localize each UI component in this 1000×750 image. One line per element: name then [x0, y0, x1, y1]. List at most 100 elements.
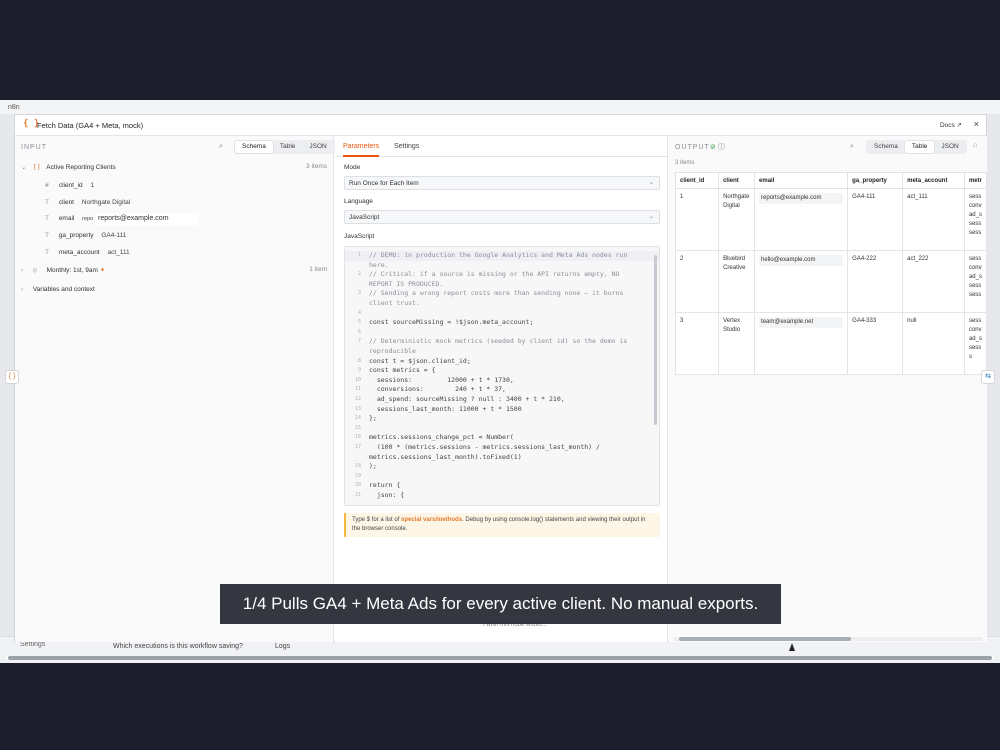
tree-monthly[interactable]: › ◷ Monthly: 1st, 9am ✦ — [21, 264, 105, 276]
output-view-switch[interactable]: Schema Table JSON — [866, 140, 967, 154]
cell-email: hello@example.com — [754, 250, 849, 313]
chevron-right-icon: › — [21, 286, 24, 293]
tab-settings[interactable]: Settings — [394, 143, 419, 150]
field-value: 1 — [90, 182, 95, 189]
line-number: 17 — [354, 444, 361, 450]
table-row[interactable]: 2 Bluebird Creative hello@example.com GA… — [674, 250, 988, 313]
column-header: client — [718, 172, 756, 189]
language-select[interactable]: JavaScript ⌄ — [344, 210, 660, 224]
field-value: GA4-111 — [101, 232, 127, 239]
field-value: reports@example.com — [95, 213, 199, 225]
input-view-switch[interactable]: Schema Table JSON — [234, 140, 335, 154]
node-details-modal: { } Fetch Data (GA4 + Meta, mock) Docs ↗… — [14, 114, 988, 642]
tab-table[interactable]: Table — [904, 141, 935, 153]
column-header: ga_property — [847, 172, 904, 189]
info-icon[interactable]: ⓘ — [718, 144, 725, 151]
field-value: act_111 — [107, 249, 130, 256]
table-row[interactable]: 3 Vertex Studio team@example.net GA4-333… — [674, 312, 988, 375]
code-scrollbar[interactable] — [654, 255, 657, 425]
field-row[interactable]: T ga_property GA4-111 — [45, 229, 126, 241]
tab-json[interactable]: JSON — [302, 141, 333, 153]
cell-ga-property: GA4-222 — [847, 250, 904, 313]
workflow-editor: n8n Settings Which executions is this wo… — [0, 100, 1000, 663]
output-scrollbar[interactable] — [673, 637, 983, 641]
field-value: Northgate Digital — [81, 199, 131, 206]
line-number: 15 — [354, 424, 361, 431]
video-caption: 1/4 Pulls GA4 + Meta Ads for every activ… — [220, 584, 781, 624]
cell-client-id: 3 — [674, 312, 720, 375]
settings-link[interactable]: Settings — [20, 641, 45, 648]
line-number: 18 — [354, 463, 361, 470]
field-row[interactable]: # client_id 1 — [45, 179, 94, 191]
cell-metrics: sess conv ad_s sess sess — [963, 250, 988, 313]
search-icon[interactable]: ⌕ — [219, 143, 223, 151]
line-number: 1 — [357, 252, 361, 258]
app-logo: n8n — [8, 104, 20, 111]
field-name: meta_account — [58, 249, 100, 256]
line-number: 16 — [354, 434, 361, 441]
text-type-icon: T — [45, 214, 49, 222]
success-icon: ⊘ — [710, 144, 716, 151]
line-number: 6 — [357, 328, 361, 335]
code-text: conversions: 240 + t * 37, — [369, 385, 506, 394]
code-editor[interactable]: 1 // DEMO: in production the Google Analy… — [344, 246, 660, 506]
code-text: ad_spend: sourceMissing ? null : 3400 + … — [369, 395, 565, 403]
top-bar: n8n — [0, 100, 1000, 114]
pin-data-icon[interactable]: ⌂ — [973, 142, 977, 149]
cell-client-id: 2 — [674, 250, 720, 313]
chevron-down-icon: ⌄ — [648, 214, 654, 220]
mode-select[interactable]: Run Once for Each Item ⌄ — [344, 176, 660, 190]
cell-client: Vertex Studio — [718, 312, 756, 375]
code-text: // DEMO: in production the Google Analyt… — [369, 251, 628, 259]
logs-tab[interactable]: Logs — [275, 643, 290, 650]
field-row[interactable]: T email repo reports@example.com — [45, 212, 199, 225]
tab-table[interactable]: Table — [273, 141, 303, 153]
cell-client-id: 1 — [674, 188, 720, 251]
close-icon[interactable]: × — [974, 119, 979, 129]
output-connector-icon[interactable]: ⇆ — [981, 370, 995, 384]
search-icon[interactable]: ⌕ — [850, 143, 854, 151]
mode-value: Run Once for Each Item — [349, 180, 419, 187]
tab-schema[interactable]: Schema — [235, 141, 273, 153]
output-table: client_id client email ga_property meta_… — [674, 172, 988, 375]
tabs-divider — [335, 156, 667, 157]
tab-json[interactable]: JSON — [934, 141, 965, 153]
line-number: 5 — [357, 319, 361, 326]
special-vars-link[interactable]: special vars/methods — [401, 517, 462, 523]
node-title[interactable]: Fetch Data (GA4 + Meta, mock) — [37, 121, 143, 130]
tree-variables[interactable]: › Variables and context — [21, 284, 95, 296]
active-tab-indicator — [343, 155, 379, 157]
code-text: REPORT IS PRODUCED. — [369, 279, 444, 288]
code-text: return { — [369, 481, 401, 490]
parameters-panel: Parameters Settings Mode Run Once for Ea… — [335, 136, 668, 642]
chevron-down-icon: ⌄ — [648, 180, 654, 186]
scrollbar-thumb[interactable] — [679, 637, 851, 641]
cell-ga-property: GA4-333 — [847, 312, 904, 375]
tab-parameters[interactable]: Parameters — [343, 143, 379, 150]
line-number: 2 — [357, 271, 361, 278]
cell-meta-account: act_111 — [902, 188, 965, 251]
canvas-scrollbar[interactable] — [6, 656, 994, 660]
code-text: here. — [369, 260, 389, 269]
table-row[interactable]: 1 Northgate Digital reports@example.com … — [674, 188, 988, 251]
line-number: 19 — [354, 472, 361, 479]
field-row[interactable]: T meta_account act_111 — [45, 246, 130, 258]
docs-link[interactable]: Docs ↗ — [940, 121, 962, 129]
mouse-cursor — [789, 643, 795, 651]
cell-email: reports@example.com — [754, 188, 849, 251]
column-header: client_id — [674, 172, 720, 189]
input-connector-icon[interactable]: { } — [5, 370, 19, 384]
hint-text: Type $ for a list of — [352, 517, 402, 523]
tree-root[interactable]: ⌄ [] Active Reporting Clients — [21, 161, 116, 173]
field-row[interactable]: T client Northgate Digital — [45, 196, 130, 208]
output-label: OUTPUT — [675, 144, 710, 151]
executions-question[interactable]: Which executions is this workflow saving… — [113, 643, 243, 650]
tab-schema[interactable]: Schema — [867, 141, 905, 153]
email-value: reports@example.com — [759, 193, 844, 204]
scrollbar-thumb[interactable] — [8, 656, 992, 660]
chevron-down-icon: ⌄ — [21, 164, 27, 171]
variables-label: Variables and context — [32, 286, 95, 293]
line-number: 3 — [357, 290, 361, 297]
code-text: // Deterministic mock metrics (seeded by… — [369, 337, 628, 346]
line-number: 21 — [354, 492, 361, 498]
